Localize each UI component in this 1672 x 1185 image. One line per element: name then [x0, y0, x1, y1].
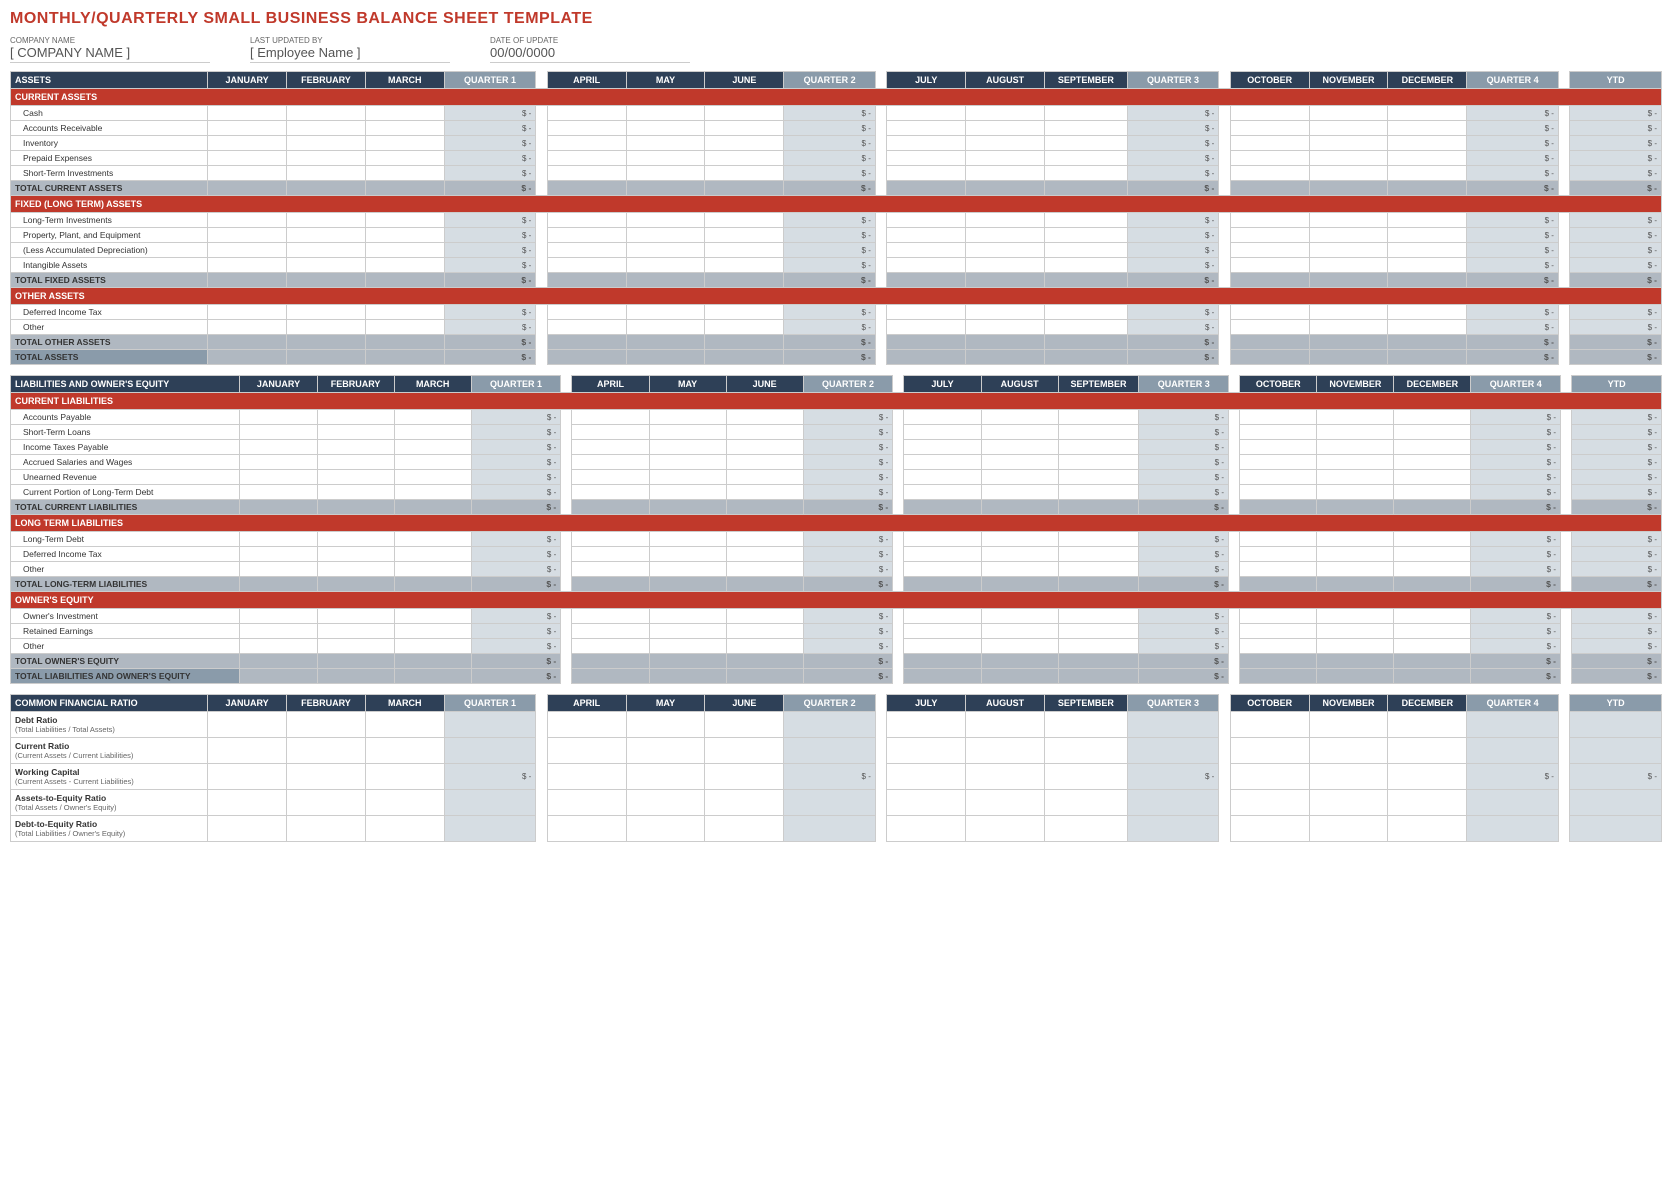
quarter2-header: QUARTER 2 [784, 72, 876, 89]
table-row: Cash$ -$ -$ -$ -$ - [11, 106, 1662, 121]
table-row: TOTAL OWNER'S EQUITY$ -$ -$ -$ -$ - [11, 654, 1662, 669]
february-header: FEBRUARY [287, 72, 366, 89]
table-row: Current Portion of Long-Term Debt$ -$ -$… [11, 485, 1662, 500]
ratio-header: COMMON FINANCIAL RATIO [11, 695, 208, 712]
ytd-header: YTD [1570, 72, 1662, 89]
table-row: TOTAL FIXED ASSETS$ -$ -$ -$ -$ - [11, 273, 1662, 288]
november-header: NOVEMBER [1309, 72, 1388, 89]
table-row: TOTAL CURRENT ASSETS$ -$ -$ -$ -$ - [11, 181, 1662, 196]
table-row: Owner's Investment$ -$ -$ -$ -$ - [11, 609, 1662, 624]
table-row: Property, Plant, and Equipment$ -$ -$ -$… [11, 228, 1662, 243]
table-row: Short-Term Investments$ -$ -$ -$ -$ - [11, 166, 1662, 181]
table-row: Accounts Receivable$ -$ -$ -$ -$ - [11, 121, 1662, 136]
table-row: Retained Earnings$ -$ -$ -$ -$ - [11, 624, 1662, 639]
ratio-row: Debt Ratio(Total Liabilities / Total Ass… [11, 712, 1662, 738]
table-row: Income Taxes Payable$ -$ -$ -$ -$ - [11, 440, 1662, 455]
quarter4-header: QUARTER 4 [1467, 72, 1559, 89]
table-row: Deferred Income Tax$ -$ -$ -$ -$ - [11, 547, 1662, 562]
company-name-value[interactable]: [ COMPANY NAME ] [10, 45, 210, 63]
table-row: TOTAL LONG-TERM LIABILITIES$ -$ -$ -$ -$… [11, 577, 1662, 592]
table-row: TOTAL LIABILITIES AND OWNER'S EQUITY$ -$… [11, 669, 1662, 684]
april-header: APRIL [547, 72, 626, 89]
table-row: (Less Accumulated Depreciation)$ -$ -$ -… [11, 243, 1662, 258]
assets-header: ASSETS [11, 72, 208, 89]
table-row: Unearned Revenue$ -$ -$ -$ -$ - [11, 470, 1662, 485]
table-row: Prepaid Expenses$ -$ -$ -$ -$ - [11, 151, 1662, 166]
table-row: Short-Term Loans$ -$ -$ -$ -$ - [11, 425, 1662, 440]
ratio-row: Assets-to-Equity Ratio(Total Assets / Ow… [11, 790, 1662, 816]
table-row: Other$ -$ -$ -$ -$ - [11, 562, 1662, 577]
may-header: MAY [626, 72, 705, 89]
table-row: Other$ -$ -$ -$ -$ - [11, 320, 1662, 335]
section-header-row: OTHER ASSETS [11, 288, 1662, 305]
table-row: Other$ -$ -$ -$ -$ - [11, 639, 1662, 654]
date-label: DATE OF UPDATE [490, 36, 690, 45]
section-header-row: CURRENT ASSETS [11, 89, 1662, 106]
table-row: TOTAL CURRENT LIABILITIES$ -$ -$ -$ -$ - [11, 500, 1662, 515]
ratios-table: COMMON FINANCIAL RATIO JANUARY FEBRUARY … [10, 694, 1662, 842]
table-row: Inventory$ -$ -$ -$ -$ - [11, 136, 1662, 151]
table-row: Long-Term Debt$ -$ -$ -$ -$ - [11, 532, 1662, 547]
liabilities-header: LIABILITIES AND OWNER'S EQUITY [11, 376, 240, 393]
table-row: Intangible Assets$ -$ -$ -$ -$ - [11, 258, 1662, 273]
liabilities-table: LIABILITIES AND OWNER'S EQUITY JANUARY F… [10, 375, 1662, 684]
table-row: Long-Term Investments$ -$ -$ -$ -$ - [11, 213, 1662, 228]
october-header: OCTOBER [1230, 72, 1309, 89]
main-title: MONTHLY/QUARTERLY SMALL BUSINESS BALANCE… [10, 10, 1662, 28]
assets-table: ASSETS JANUARY FEBRUARY MARCH QUARTER 1 … [10, 71, 1662, 365]
section-header-row: FIXED (LONG TERM) ASSETS [11, 196, 1662, 213]
march-header: MARCH [365, 72, 444, 89]
table-row: Accrued Salaries and Wages$ -$ -$ -$ -$ … [11, 455, 1662, 470]
updated-by-value[interactable]: [ Employee Name ] [250, 45, 450, 63]
ratio-row: Working Capital(Current Assets - Current… [11, 764, 1662, 790]
august-header: AUGUST [966, 72, 1045, 89]
updated-by-label: LAST UPDATED BY [250, 36, 450, 45]
section-header-row: LONG TERM LIABILITIES [11, 515, 1662, 532]
ratio-row: Current Ratio(Current Assets / Current L… [11, 738, 1662, 764]
date-value[interactable]: 00/00/0000 [490, 45, 690, 63]
january-header: JANUARY [208, 72, 287, 89]
july-header: JULY [887, 72, 966, 89]
quarter1-header: QUARTER 1 [444, 72, 536, 89]
company-name-label: COMPANY NAME [10, 36, 210, 45]
ratio-row: Debt-to-Equity Ratio(Total Liabilities /… [11, 816, 1662, 842]
section-header-row: OWNER'S EQUITY [11, 592, 1662, 609]
june-header: JUNE [705, 72, 784, 89]
table-row: Accounts Payable$ -$ -$ -$ -$ - [11, 410, 1662, 425]
quarter3-header: QUARTER 3 [1127, 72, 1219, 89]
section-header-row: CURRENT LIABILITIES [11, 393, 1662, 410]
table-row: TOTAL ASSETS$ -$ -$ -$ -$ - [11, 350, 1662, 365]
september-header: SEPTEMBER [1045, 72, 1128, 89]
table-row: TOTAL OTHER ASSETS$ -$ -$ -$ -$ - [11, 335, 1662, 350]
december-header: DECEMBER [1388, 72, 1467, 89]
table-row: Deferred Income Tax$ -$ -$ -$ -$ - [11, 305, 1662, 320]
